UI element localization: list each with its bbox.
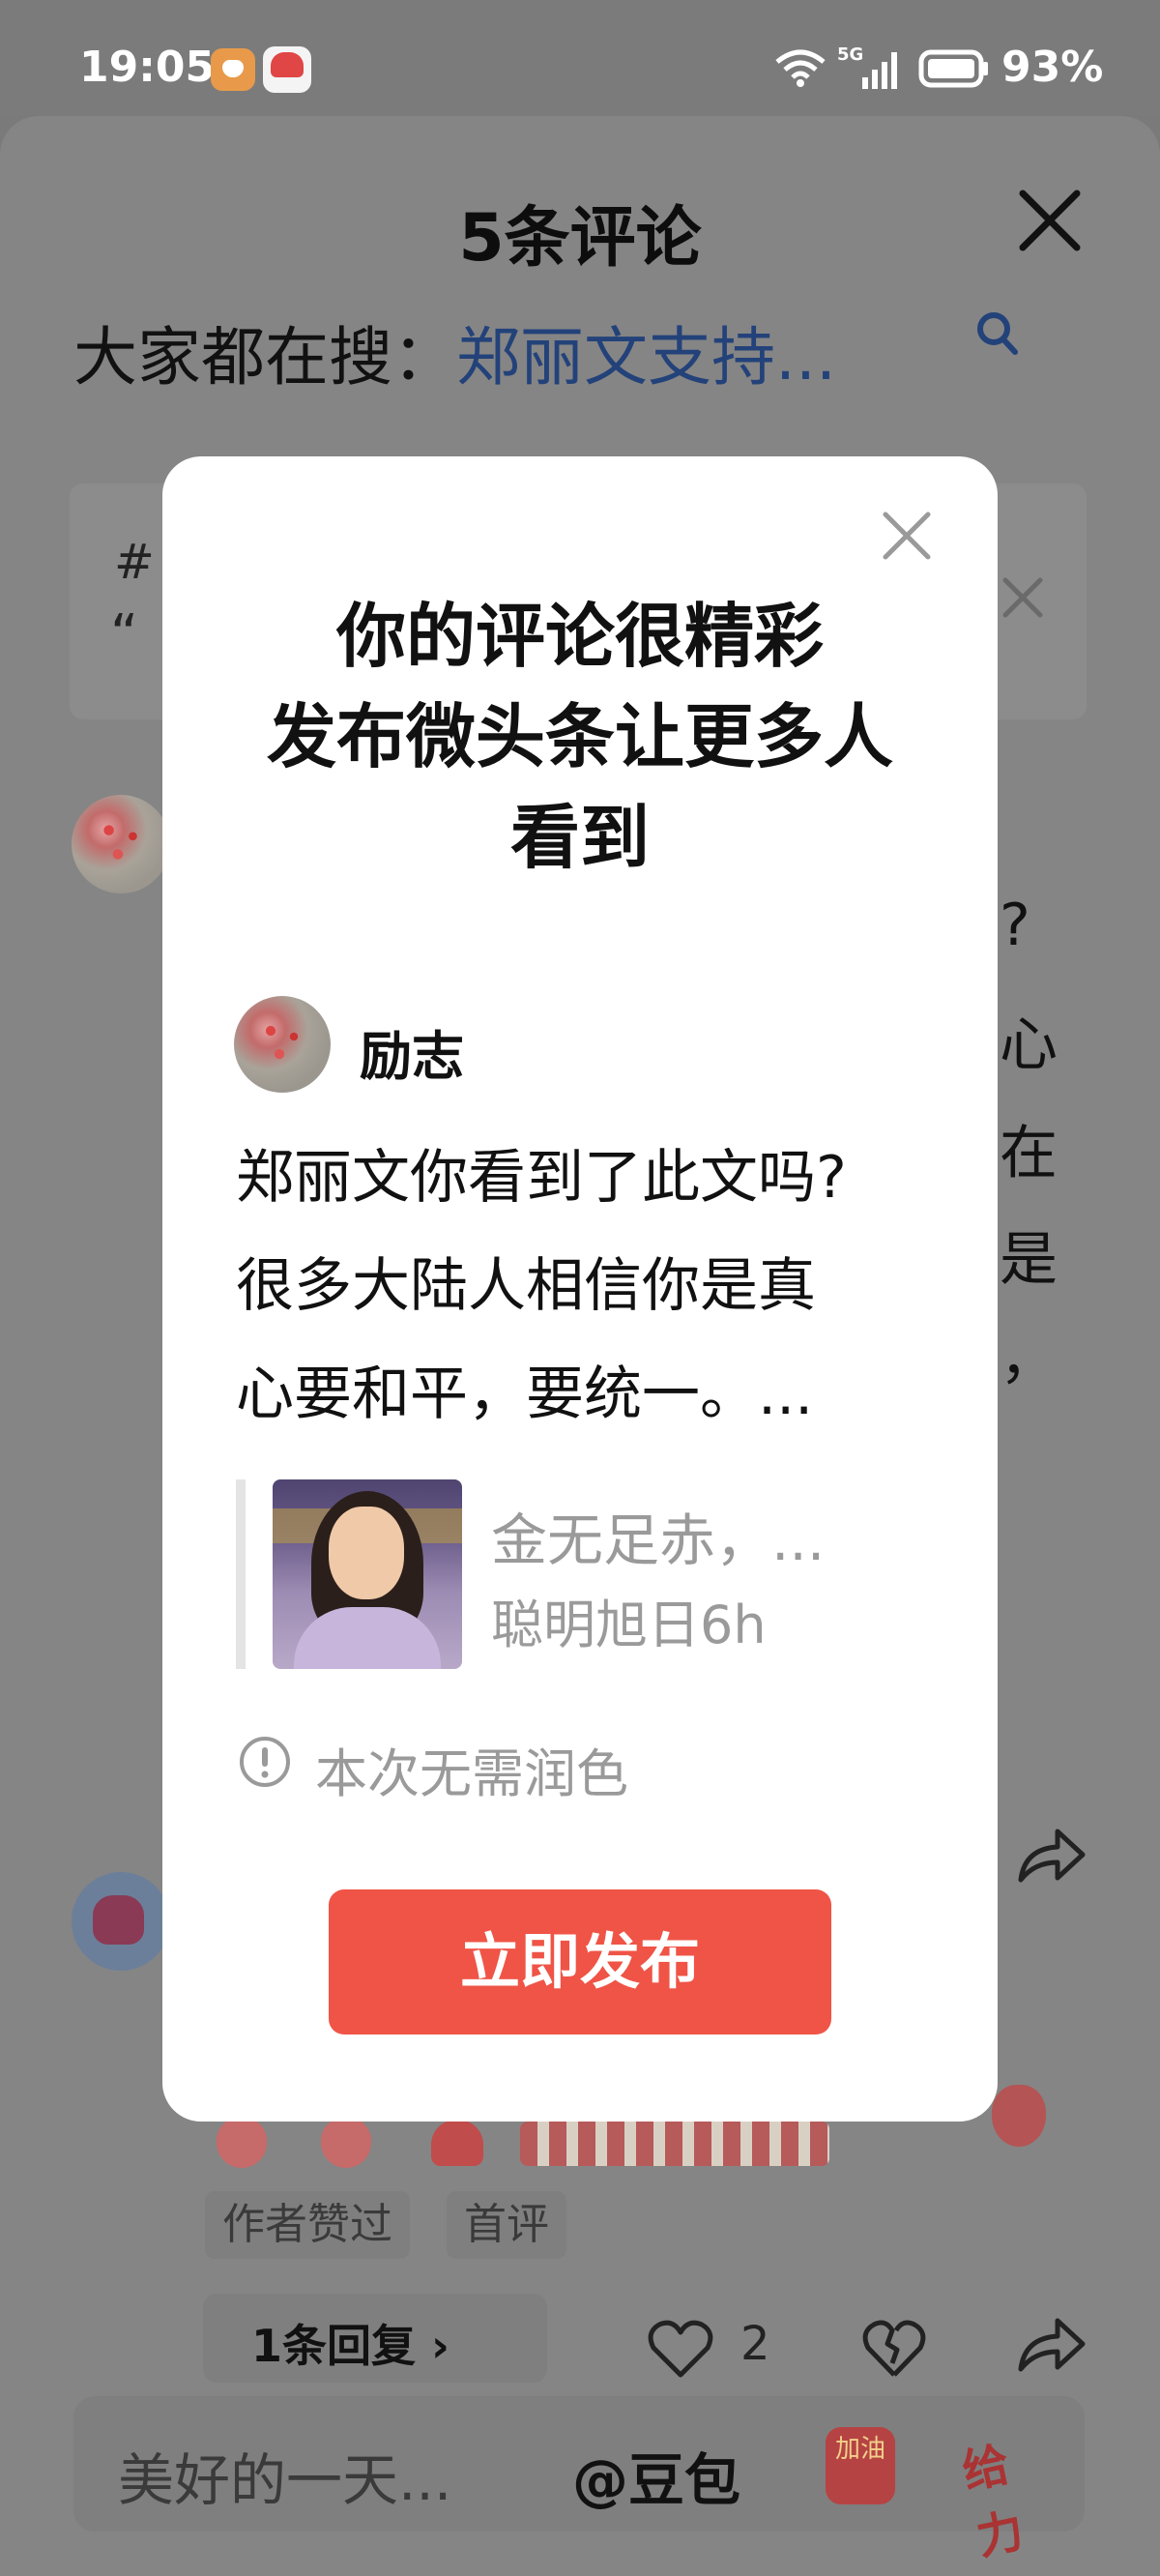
- avatar[interactable]: [72, 795, 170, 893]
- like-count: 2: [740, 2317, 770, 2371]
- battery-percent: 93%: [1001, 43, 1104, 92]
- share-icon[interactable]: [1015, 2313, 1087, 2377]
- tulip-emoji: [992, 2085, 1046, 2147]
- modal-title: 你的评论很精彩 发布微头条让更多人 看到: [162, 586, 998, 888]
- comment-body-line: 心要和平，要统一。...: [236, 1361, 814, 1428]
- article-title: 金无足赤，...: [491, 1508, 826, 1573]
- mention-doubao-button[interactable]: @豆包: [572, 2435, 740, 2516]
- modal-title-line: 你的评论很精彩: [335, 596, 824, 677]
- like-icon[interactable]: [646, 2319, 715, 2379]
- emoji-row: [0, 2118, 829, 2172]
- share-icon[interactable]: [1015, 1824, 1087, 1888]
- close-icon[interactable]: [878, 507, 936, 565]
- topic-quote: “: [110, 603, 139, 666]
- hot-search-link[interactable]: 郑丽文支持...: [456, 320, 836, 395]
- thumbnail-face: [329, 1507, 404, 1599]
- status-bar: 19:05 5G 93%: [0, 0, 1160, 116]
- tag-author-liked: 作者赞过: [205, 2191, 410, 2259]
- cheer-badge-button[interactable]: 加油: [826, 2427, 895, 2504]
- close-icon[interactable]: [1013, 184, 1087, 257]
- status-time: 19:05: [79, 43, 216, 92]
- article-meta: 聪明旭日6h: [491, 1595, 767, 1655]
- hot-search[interactable]: 大家都在搜：郑丽文支持...: [73, 306, 836, 398]
- signal-icon: [862, 52, 897, 89]
- tulip-emoji: [321, 2118, 371, 2168]
- app-notification-icon-2: [263, 46, 311, 93]
- polish-info-text: 本次无需润色: [315, 1743, 628, 1804]
- tulip-emoji: [217, 2118, 267, 2168]
- emoji-strip: [520, 2122, 829, 2166]
- publish-now-button[interactable]: 立即发布: [329, 1889, 831, 2034]
- comment-text-fragment: 心: [1000, 1011, 1058, 1079]
- replies-button[interactable]: 1条回复 ›: [203, 2294, 547, 2383]
- dislike-icon[interactable]: [860, 2319, 928, 2379]
- sheet-title: 5条评论: [458, 200, 702, 277]
- author-name: 励志: [360, 1026, 464, 1087]
- heart-emoji: [431, 2120, 483, 2166]
- comment-input[interactable]: 美好的一天...: [118, 2435, 451, 2516]
- publish-modal: 你的评论很精彩 发布微头条让更多人 看到 励志 郑丽文你看到了此文吗? 很多大陆…: [162, 456, 998, 2122]
- avatar: [234, 996, 331, 1093]
- comment-body-line: 很多大陆人相信你是真: [236, 1252, 816, 1320]
- wifi-icon: [775, 49, 826, 87]
- comment-text-fragment: ，: [1000, 1325, 1058, 1392]
- app-notification-icon: [211, 48, 255, 91]
- modal-title-line: 发布微头条让更多人: [266, 696, 893, 777]
- comment-text-fragment: 是: [1000, 1226, 1058, 1294]
- comment-text-fragment: 在: [1000, 1120, 1058, 1187]
- comment-text-fragment: ?: [1000, 892, 1030, 959]
- comment-body-line: 郑丽文你看到了此文吗?: [236, 1144, 847, 1212]
- info-icon: [240, 1737, 290, 1787]
- topic-hash-icon: #: [114, 534, 155, 590]
- give-badge-button[interactable]: 给力: [955, 2416, 1060, 2565]
- quote-divider: [236, 1479, 246, 1669]
- battery-icon: [918, 49, 988, 88]
- close-icon[interactable]: [996, 571, 1050, 625]
- search-icon[interactable]: [972, 309, 1023, 360]
- modal-title-line: 看到: [509, 797, 650, 878]
- tag-first-comment: 首评: [447, 2191, 566, 2259]
- replies-label: 1条回复 ›: [251, 2320, 450, 2372]
- article-thumbnail: [273, 1479, 462, 1669]
- hot-search-prefix: 大家都在搜：: [73, 320, 456, 395]
- comment-body: 郑丽文你看到了此文吗? 很多大陆人相信你是真 心要和平，要统一。...: [236, 1124, 932, 1449]
- comment-input-bar[interactable]: 美好的一天... @豆包 加油 给力: [73, 2396, 1085, 2566]
- avatar[interactable]: [72, 1872, 170, 1971]
